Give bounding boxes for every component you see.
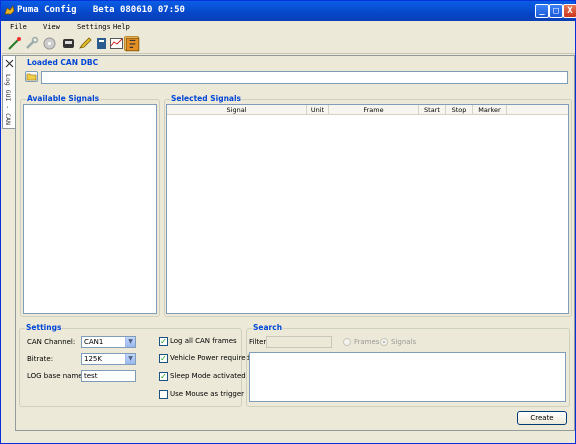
log-base-name-label: LOG base name: — [27, 372, 85, 380]
available-signals-list[interactable] — [23, 104, 157, 314]
puma-logo-icon — [4, 5, 15, 16]
minimize-button[interactable]: _ — [535, 4, 549, 18]
sleep-mode-activated-checkbox[interactable]: ✓ — [159, 372, 168, 381]
menu-view[interactable]: View — [43, 23, 60, 31]
app-window: Puma Config Beta 080610 07:50 _ □ X File… — [0, 0, 576, 444]
use-mouse-as-trigger-label: Use Mouse as trigger — [170, 390, 245, 398]
bitrate-select[interactable]: 125K ▼ — [81, 353, 136, 365]
maximize-button[interactable]: □ — [549, 4, 563, 18]
side-tab-icon — [5, 59, 14, 70]
available-signals-title: Available Signals — [26, 94, 101, 103]
can-channel-value: CAN1 — [84, 338, 104, 346]
vehicle-power-required-label: Vehicle Power required — [170, 354, 250, 362]
search-title: Search — [252, 323, 284, 332]
selected-signals-title: Selected Signals — [170, 94, 243, 103]
book-icon[interactable] — [94, 36, 109, 51]
open-dbc-button[interactable] — [25, 71, 38, 82]
menu-bar: File View Settings Help — [2, 21, 575, 33]
column-marker[interactable]: Marker — [473, 105, 507, 115]
log-base-name-field[interactable]: test — [81, 370, 136, 382]
column-frame[interactable]: Frame — [329, 105, 419, 115]
can-channel-label: CAN Channel: — [27, 338, 76, 346]
filter-label: Filter — [249, 338, 267, 346]
column-stop[interactable]: Stop — [446, 105, 473, 115]
vehicle-power-required-checkbox[interactable]: ✓ — [159, 354, 168, 363]
column-unit[interactable]: Unit — [307, 105, 329, 115]
menu-settings[interactable]: Settings — [77, 23, 111, 31]
use-mouse-as-trigger-checkbox[interactable] — [159, 390, 168, 399]
create-button[interactable]: Create — [517, 411, 567, 425]
wand-icon[interactable] — [7, 36, 22, 51]
can-icon[interactable] — [61, 36, 76, 51]
side-tab-label: Log GUI - CAN — [4, 74, 12, 125]
log-all-can-frames-checkbox[interactable]: ✓ — [159, 337, 168, 346]
close-button[interactable]: X — [563, 4, 576, 18]
column-start[interactable]: Start — [419, 105, 446, 115]
chevron-down-icon[interactable]: ▼ — [125, 354, 135, 364]
wrench-icon[interactable] — [24, 36, 39, 51]
toolbar — [2, 34, 575, 54]
frames-radio-label: Frames — [354, 338, 380, 346]
folder-icon — [26, 73, 37, 81]
selected-signals-table[interactable]: Signal Unit Frame Start Stop Marker — [166, 104, 569, 314]
can-channel-select[interactable]: CAN1 ▼ — [81, 336, 136, 348]
disk-icon[interactable] — [42, 36, 57, 51]
chart-icon[interactable] — [109, 36, 124, 51]
loaded-dbc-title: Loaded CAN DBC — [26, 58, 100, 67]
menu-help[interactable]: Help — [113, 23, 130, 31]
side-tab-log-gui-can[interactable]: Log GUI - CAN — [2, 55, 15, 129]
column-filler — [507, 105, 568, 115]
filter-field[interactable] — [266, 336, 332, 348]
dbc-path-field[interactable] — [41, 71, 568, 84]
signals-radio-label: Signals — [391, 338, 417, 346]
chevron-down-icon[interactable]: ▼ — [125, 337, 135, 347]
settings-title: Settings — [25, 323, 63, 332]
bitrate-label: Bitrate: — [27, 355, 54, 363]
config-icon[interactable] — [124, 36, 140, 52]
window-title: Puma Config Beta 080610 07:50 — [17, 5, 185, 15]
bitrate-value: 125K — [84, 355, 102, 363]
menu-file[interactable]: File — [10, 23, 27, 31]
frames-radio[interactable] — [343, 338, 351, 346]
title-bar: Puma Config Beta 080610 07:50 _ □ X — [1, 1, 576, 21]
log-all-can-frames-label: Log all CAN frames — [170, 337, 237, 345]
signals-radio[interactable] — [380, 338, 388, 346]
sleep-mode-activated-label: Sleep Mode activated — [170, 372, 246, 380]
column-signal[interactable]: Signal — [167, 105, 307, 115]
main-panel: Loaded CAN DBC Available Signals Selecte… — [15, 55, 575, 431]
pen-icon[interactable] — [78, 36, 93, 51]
search-results-list[interactable] — [249, 352, 566, 402]
